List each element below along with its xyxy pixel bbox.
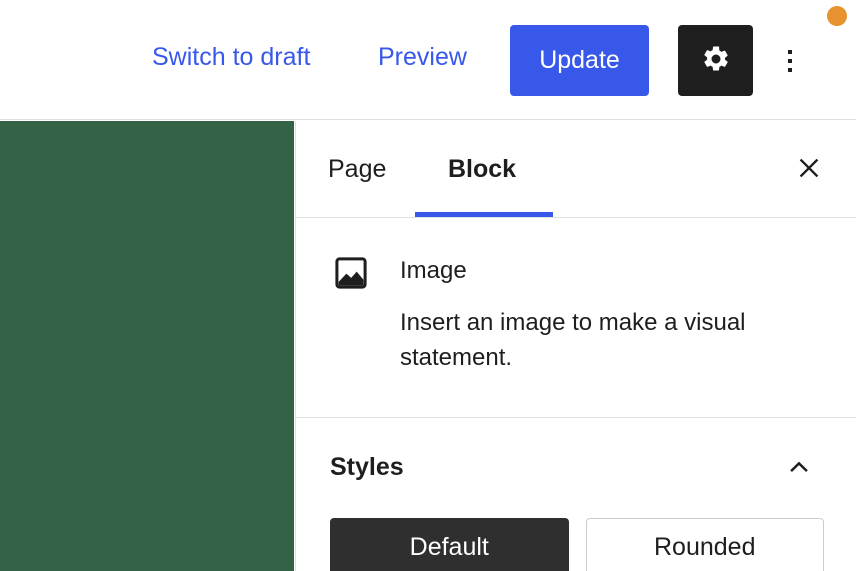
orange-dot-indicator [827, 6, 847, 26]
three-dots-vertical-icon [788, 49, 792, 72]
gear-icon [701, 44, 731, 77]
update-button[interactable]: Update [510, 25, 649, 96]
style-variation-list: Default Rounded [330, 518, 824, 571]
preview-button[interactable]: Preview [378, 45, 467, 70]
style-option-default[interactable]: Default [330, 518, 569, 571]
styles-panel: Styles Default Rounded [296, 418, 856, 571]
editor-root: Switch to draft Preview Update Page Bloc… [0, 0, 856, 571]
block-title: Image [400, 257, 467, 284]
tab-block[interactable]: Block [448, 121, 516, 217]
styles-section-title: Styles [330, 452, 404, 481]
close-icon [796, 155, 822, 184]
close-sidebar-button[interactable] [788, 148, 830, 190]
switch-to-draft-button[interactable]: Switch to draft [152, 45, 310, 70]
image-icon [332, 254, 370, 292]
more-options-button[interactable] [770, 25, 810, 96]
block-description: Insert an image to make a visual stateme… [400, 309, 746, 371]
block-info-header: Image [332, 252, 824, 292]
block-info-card: Image Insert an image to make a visual s… [296, 218, 856, 418]
style-option-rounded[interactable]: Rounded [585, 518, 824, 571]
settings-sidebar: Page Block Image Insert an image to make… [295, 121, 856, 571]
chevron-up-icon [778, 446, 820, 488]
styles-section-toggle[interactable]: Styles [330, 418, 824, 516]
selected-image-block-preview[interactable] [0, 121, 294, 571]
editor-header: Switch to draft Preview Update [0, 0, 856, 120]
active-tab-indicator [415, 212, 553, 217]
tab-page[interactable]: Page [328, 121, 386, 217]
sidebar-tab-bar: Page Block [296, 121, 856, 218]
settings-button[interactable] [678, 25, 753, 96]
